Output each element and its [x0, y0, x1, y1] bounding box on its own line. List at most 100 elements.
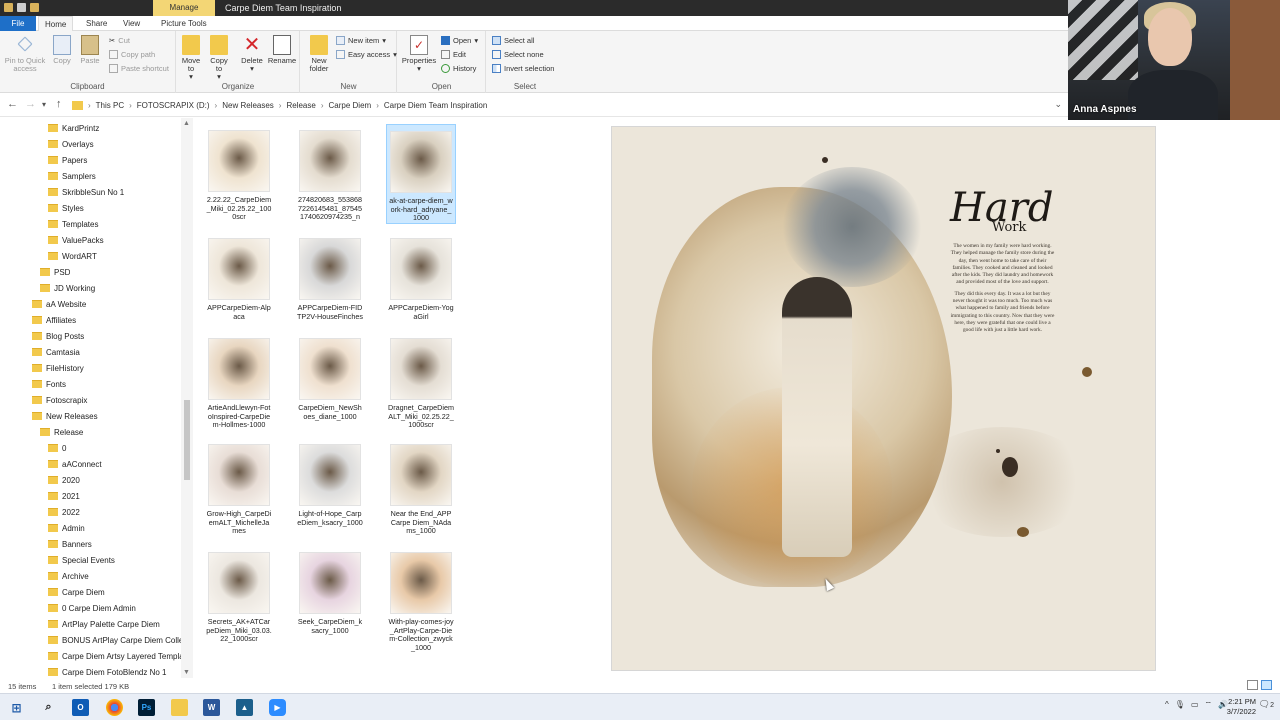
tree-item[interactable]: Admin [48, 520, 85, 536]
tree-item[interactable]: SkribbleSun No 1 [48, 184, 124, 200]
tree-item[interactable]: Papers [48, 152, 87, 168]
tree-item[interactable]: Samplers [48, 168, 96, 184]
cut-button[interactable]: ✂ Cut [109, 36, 130, 45]
tab-home[interactable]: Home [38, 16, 74, 31]
rename-button[interactable]: Rename [267, 35, 297, 65]
file-tile[interactable]: APPCarpeDiem-Alpaca [204, 232, 274, 321]
invert-selection-button[interactable]: Invert selection [492, 64, 554, 73]
properties-icon[interactable] [17, 3, 26, 12]
tree-item[interactable]: Templates [48, 216, 98, 232]
file-tile[interactable]: APPCarpeDiem-YogaGirl [386, 232, 456, 321]
photos-app-icon[interactable]: ▲ [236, 699, 253, 716]
breadcrumb-release[interactable]: Release [286, 101, 315, 110]
history-button[interactable]: History [441, 64, 476, 73]
tree-item[interactable]: Archive [48, 568, 89, 584]
tree-item[interactable]: Banners [48, 536, 92, 552]
tree-item[interactable]: ValuePacks [48, 232, 104, 248]
pin-to-quick-access-button[interactable]: Pin to Quick access [3, 35, 47, 73]
tree-item[interactable]: 2020 [48, 472, 80, 488]
tree-item[interactable]: 0 Carpe Diem Admin [48, 600, 136, 616]
tree-item[interactable]: Blog Posts [32, 328, 84, 344]
tree-item[interactable]: Carpe Diem Artsy Layered Templat [48, 648, 186, 664]
breadcrumb[interactable]: › This PC › FOTOSCRAPIX (D:) › New Relea… [72, 98, 487, 112]
tree-item[interactable]: Camtasia [32, 344, 80, 360]
search-icon[interactable]: ⌕ [40, 699, 57, 716]
tree-item[interactable]: 0 [48, 440, 66, 456]
tree-item[interactable]: FileHistory [32, 360, 84, 376]
move-to-button[interactable]: Move to ▾ [179, 35, 203, 81]
tree-item[interactable]: Special Events [48, 552, 115, 568]
file-tile[interactable]: Dragnet_CarpeDiemALT_Miki_02.25.22_1000s… [386, 332, 456, 430]
tree-item[interactable]: Styles [48, 200, 84, 216]
tree-item[interactable]: Carpe Diem FotoBlendz No 1 [48, 664, 167, 678]
microphone-icon[interactable]: 🎙 [1175, 700, 1185, 710]
navigation-scrollbar[interactable]: ▲ ▼ [181, 118, 193, 678]
battery-icon[interactable]: ▭ [1191, 700, 1199, 710]
select-all-button[interactable]: Select all [492, 36, 534, 45]
details-view-icon[interactable] [1247, 680, 1258, 690]
file-tile[interactable]: Grow-High_CarpeDiemALT_MichelleJames [204, 438, 274, 536]
tree-item[interactable]: Overlays [48, 136, 94, 152]
up-arrow-icon[interactable]: ↑ [56, 98, 62, 110]
breadcrumb-drive[interactable]: FOTOSCRAPIX (D:) [137, 101, 210, 110]
tree-item[interactable]: Carpe Diem [48, 584, 105, 600]
tree-item[interactable]: New Releases [32, 408, 98, 424]
address-dropdown-chevron-icon[interactable]: ⌄ [1054, 99, 1062, 110]
breadcrumb-team-inspiration[interactable]: Carpe Diem Team Inspiration [384, 101, 487, 110]
tree-item[interactable]: BONUS ArtPlay Carpe Diem Collec [48, 632, 187, 648]
breadcrumb-new-releases[interactable]: New Releases [222, 101, 274, 110]
forward-arrow-icon[interactable]: → [25, 98, 36, 110]
manage-context-tab[interactable]: Manage [153, 0, 215, 16]
copy-button[interactable]: Copy [50, 35, 74, 65]
file-tile[interactable]: 2.22.22_CarpeDiem_Miki_02.25.22_1000scr [204, 124, 274, 222]
breadcrumb-carpe-diem[interactable]: Carpe Diem [329, 101, 372, 110]
tree-item[interactable]: Release [40, 424, 83, 440]
word-icon[interactable]: W [203, 699, 220, 716]
file-tile[interactable]: CarpeDiem_NewShoes_diane_1000 [295, 332, 365, 421]
file-tile[interactable]: Seek_CarpeDiem_ksacry_1000 [295, 546, 365, 635]
windows-start-icon[interactable]: ⊞ [8, 699, 25, 716]
file-tile[interactable]: ak-at-carpe-diem_work-hard_adryane_1000 [386, 124, 456, 224]
file-tile[interactable]: Light-of-Hope_CarpeDiem_ksacry_1000 [295, 438, 365, 527]
easy-access-button[interactable]: Easy access ▾ [336, 50, 397, 59]
outlook-icon[interactable]: O [72, 699, 89, 716]
tree-item[interactable]: Fonts [32, 376, 66, 392]
taskbar-clock[interactable]: 2:21 PM 3/7/2022 [1227, 697, 1256, 717]
tree-item[interactable]: ArtPlay Palette Carpe Diem [48, 616, 160, 632]
tree-item[interactable]: KardPrintz [48, 120, 99, 136]
quick-access-toolbar[interactable] [4, 3, 39, 12]
tree-item[interactable]: JD Working [40, 280, 95, 296]
tree-item[interactable]: aA Website [32, 296, 86, 312]
tree-item[interactable]: WordART [48, 248, 97, 264]
folder-icon[interactable] [4, 3, 13, 12]
file-tile[interactable]: APPCarpeDiem-FIDTP2V-HouseFinches [295, 232, 365, 321]
notifications-icon[interactable]: 🗨2 [1259, 699, 1274, 710]
paste-shortcut-button[interactable]: Paste shortcut [109, 64, 169, 73]
select-none-button[interactable]: Select none [492, 50, 544, 59]
copy-path-button[interactable]: Copy path [109, 50, 155, 59]
tab-file[interactable]: File [0, 16, 36, 31]
file-tile[interactable]: ArtieAndLlewyn-FotoInspired-CarpeDiem-Ho… [204, 332, 274, 430]
back-arrow-icon[interactable]: ← [7, 98, 18, 110]
scroll-down-arrow-icon[interactable]: ▼ [183, 669, 190, 676]
file-tile[interactable]: 274820683_553868722614548​1_875451740620… [295, 124, 365, 222]
new-folder-icon[interactable] [30, 3, 39, 12]
open-button[interactable]: Open ▾ [441, 36, 478, 45]
new-folder-button[interactable]: New folder [305, 35, 333, 73]
file-explorer-icon[interactable] [171, 699, 188, 716]
scroll-up-arrow-icon[interactable]: ▲ [183, 120, 190, 127]
delete-button[interactable]: ✕ Delete ▾ [239, 35, 265, 73]
zoom-icon[interactable]: ▶ [269, 699, 286, 716]
tree-item[interactable]: Affiliates [32, 312, 76, 328]
recent-locations-chevron-icon[interactable]: ▾ [42, 100, 46, 109]
tree-item[interactable]: Fotoscrapix [32, 392, 87, 408]
tree-item[interactable]: PSD [40, 264, 70, 280]
paste-button[interactable]: Paste [78, 35, 102, 65]
file-tile[interactable]: With-play-comes-joy_ArtPlay-Carpe-Diem-C… [386, 546, 456, 652]
tree-item[interactable]: 2021 [48, 488, 80, 504]
new-item-button[interactable]: New item ▾ [336, 36, 386, 45]
edit-button[interactable]: Edit [441, 50, 466, 59]
photoshop-icon[interactable]: Ps [138, 699, 155, 716]
show-hidden-icons-chevron-icon[interactable]: ^ [1165, 700, 1169, 710]
file-tile[interactable]: Secrets_AK+ATCarpeDiem_Miki_03.03.22_100… [204, 546, 274, 644]
